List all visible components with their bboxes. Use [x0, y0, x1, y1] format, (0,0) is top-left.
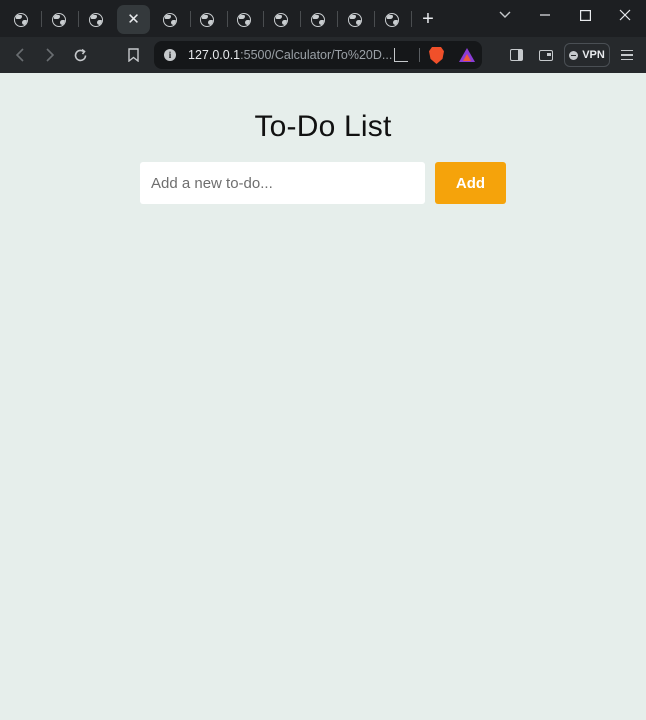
globe-icon	[384, 12, 399, 27]
tab-1[interactable]	[4, 5, 37, 34]
tab-active[interactable]: ✕	[117, 5, 150, 34]
vpn-button[interactable]: VPN	[564, 43, 610, 67]
new-tab-button[interactable]: +	[417, 8, 439, 30]
tab-10[interactable]	[338, 5, 371, 34]
globe-icon	[199, 12, 214, 27]
bookmark-button[interactable]	[121, 43, 145, 67]
forward-button[interactable]	[38, 43, 62, 67]
wallet-button[interactable]	[534, 43, 558, 67]
browser-toolbar: i 127.0.0.1:5500/Calculator/To%20D... VP…	[0, 37, 646, 73]
tab-11[interactable]	[375, 5, 408, 34]
sidebar-icon	[509, 49, 523, 61]
todo-input[interactable]	[140, 162, 425, 204]
minimize-button[interactable]	[525, 4, 565, 26]
globe-icon	[162, 12, 177, 27]
site-info-icon[interactable]: i	[164, 49, 176, 61]
brave-rewards-icon[interactable]	[459, 48, 475, 62]
url-text[interactable]: 127.0.0.1:5500/Calculator/To%20D...	[188, 48, 392, 62]
reload-button[interactable]	[68, 43, 92, 67]
vpn-label: VPN	[582, 49, 605, 61]
main-menu-button[interactable]	[615, 43, 639, 67]
close-tab-icon[interactable]: ✕	[127, 12, 140, 27]
globe-icon	[347, 12, 362, 27]
close-window-button[interactable]	[605, 4, 645, 26]
tab-2[interactable]	[42, 5, 75, 34]
url-host: 127.0.0.1	[188, 48, 241, 62]
back-button[interactable]	[8, 43, 32, 67]
add-button[interactable]: Add	[435, 162, 506, 204]
tab-9[interactable]	[301, 5, 334, 34]
globe-icon	[51, 12, 66, 27]
tab-5[interactable]	[153, 5, 186, 34]
address-bar[interactable]: i 127.0.0.1:5500/Calculator/To%20D...	[154, 41, 482, 69]
sidebar-toggle-button[interactable]	[504, 43, 528, 67]
omnibox-separator	[419, 48, 420, 62]
url-path: :5500/Calculator/To%20D...	[240, 48, 393, 62]
globe-icon	[88, 12, 103, 27]
tab-6[interactable]	[190, 5, 223, 34]
maximize-button[interactable]	[565, 4, 605, 26]
globe-icon	[310, 12, 325, 27]
globe-icon	[13, 12, 28, 27]
vpn-icon	[569, 50, 579, 60]
share-icon[interactable]	[394, 48, 408, 62]
brave-shields-icon[interactable]	[429, 47, 444, 64]
tab-strip: ✕ +	[0, 0, 646, 37]
hamburger-menu-icon	[621, 50, 633, 60]
wallet-icon	[539, 49, 553, 61]
tab-7[interactable]	[227, 5, 260, 34]
globe-icon	[236, 12, 251, 27]
globe-icon	[273, 12, 288, 27]
tab-search-chevron-icon[interactable]	[485, 4, 525, 26]
tab-separator	[411, 11, 412, 27]
tab-8[interactable]	[264, 5, 297, 34]
page-title: To-Do List	[254, 110, 392, 143]
tab-3[interactable]	[79, 5, 112, 34]
